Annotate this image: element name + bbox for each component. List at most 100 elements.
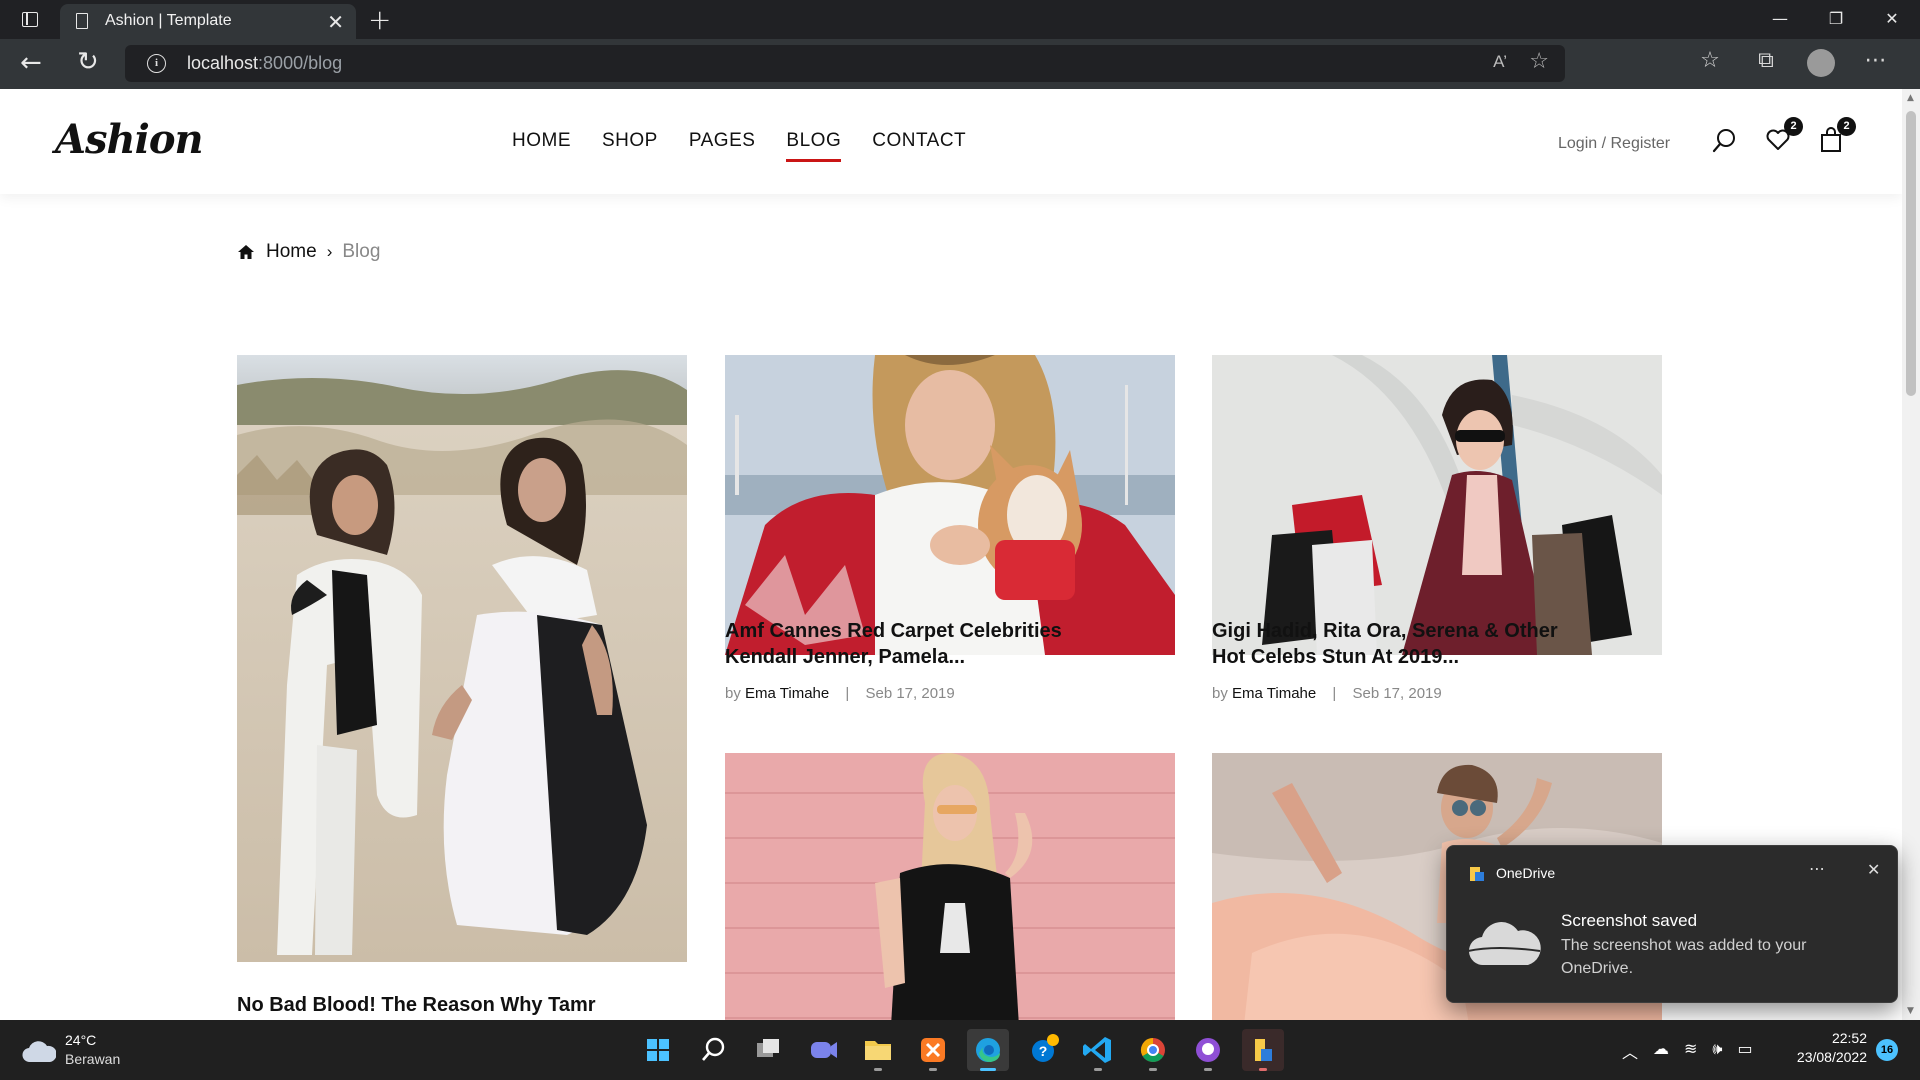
running-indicator [1259,1068,1267,1071]
post-image-3[interactable] [1212,355,1662,655]
breadcrumb: Home › Blog [237,241,380,263]
nav-shop[interactable]: SHOP [602,130,658,158]
post-meta-by: by [725,685,741,702]
page-scrollbar[interactable]: ▲ ▼ [1902,89,1920,1020]
post-title-2-line-1: Amf Cannes Red Carpet Celebrities [725,620,1062,642]
reload-icon[interactable]: ↻ [77,47,99,77]
post-author-2[interactable]: Ema Timahe [745,685,829,702]
system-tray: ︿ ☁ ≋ 🕪 ▭ [1622,1039,1753,1063]
svg-text:?: ? [1039,1043,1048,1059]
scroll-up-icon[interactable]: ▲ [1907,93,1914,103]
volume-icon[interactable]: 🕪 [1712,1039,1722,1063]
post-author-3[interactable]: Ema Timahe [1232,685,1316,702]
clock-time: 22:52 [1831,1030,1867,1046]
post-date-3: Seb 17, 2019 [1352,685,1442,702]
add-favorite-icon[interactable]: ☆ [1529,49,1549,74]
nav-blog[interactable]: BLOG [786,130,842,162]
running-indicator [929,1068,937,1071]
task-view-icon[interactable] [747,1029,789,1071]
notification-message: The screenshot was added to your OneDriv… [1561,937,1807,977]
teams-chat-icon[interactable] [802,1029,844,1071]
post-image-2[interactable] [725,355,1175,655]
notification-more-icon[interactable]: ⋯ [1809,859,1826,878]
nav-pages[interactable]: PAGES [689,130,756,158]
running-indicator [1094,1068,1102,1071]
back-icon[interactable]: ← [20,48,42,78]
running-indicator [1149,1068,1157,1071]
meta-separator: | [1332,685,1337,702]
post-title-2[interactable]: Amf Cannes Red Carpet Celebrities Kendal… [725,618,1062,670]
post-meta-2: by Ema Timahe | Seb 17, 2019 [725,685,955,702]
search-taskbar-icon[interactable] [692,1029,734,1071]
tab-actions-icon[interactable] [22,12,38,27]
scroll-down-icon[interactable]: ▼ [1907,1006,1914,1016]
chrome-icon[interactable] [1132,1029,1174,1071]
post-title-3-line-1: Gigi Hadid, Rita Ora, Serena & Other [1212,620,1558,642]
home-icon [238,245,254,259]
clock-date: 23/08/2022 [1796,1049,1867,1065]
post-meta-by: by [1212,685,1228,702]
xampp-icon[interactable] [912,1029,954,1071]
taskbar-apps: ? [637,1029,1284,1071]
post-title-1[interactable]: No Bad Blood! The Reason Why Tamr [237,992,596,1018]
notification-close-icon[interactable]: ✕ [1867,860,1880,879]
meta-separator: | [845,685,850,702]
chevron-right-icon: › [326,242,333,261]
new-tab-icon[interactable]: + [368,3,391,36]
start-button[interactable] [637,1029,679,1071]
breadcrumb-home[interactable]: Home [266,241,317,263]
file-explorer-icon[interactable] [857,1029,899,1071]
browser-tab-bar: Ashion | Template ✕ + — ❐ ✕ [0,0,1920,39]
github-desktop-icon[interactable] [1187,1029,1229,1071]
notification-count-badge[interactable]: 16 [1876,1039,1898,1061]
address-bar[interactable]: i localhost:8000/blog A’ ☆ [125,45,1565,82]
wifi-icon[interactable]: ≋ [1684,1039,1697,1063]
onedrive-app-icon [1470,867,1484,881]
more-menu-icon[interactable]: ⋯ [1861,48,1891,76]
wishlist-icon[interactable]: 2 [1765,117,1803,155]
show-hidden-icons-icon[interactable]: ︿ [1622,1039,1638,1063]
page-icon [76,13,88,29]
notification-title: Screenshot saved [1561,911,1698,930]
wishlist-count-badge: 2 [1784,117,1803,136]
minimize-button[interactable]: — [1752,0,1808,39]
collections-icon[interactable]: ⧉ [1751,48,1781,76]
post-meta-3: by Ema Timahe | Seb 17, 2019 [1212,685,1442,702]
url-text[interactable]: localhost:8000/blog [187,53,342,74]
restore-button[interactable]: ❐ [1808,0,1864,39]
onedrive-tray-icon[interactable]: ☁ [1653,1039,1669,1063]
post-image-1[interactable] [237,355,687,962]
site-info-icon[interactable]: i [147,54,166,73]
profile-avatar[interactable] [1807,49,1835,77]
login-register-link[interactable]: Login / Register [1558,135,1670,153]
system-clock[interactable]: 22:52 23/08/2022 [1787,1029,1867,1067]
vscode-icon[interactable] [1077,1029,1119,1071]
snipping-onedrive-icon[interactable] [1242,1029,1284,1071]
nav-home[interactable]: HOME [512,130,571,158]
close-window-button[interactable]: ✕ [1864,0,1920,39]
post-image-4[interactable] [725,753,1175,1020]
notification-app-name: OneDrive [1496,865,1556,881]
favorites-icon[interactable]: ☆ [1695,48,1725,76]
weather-temperature: 24°C [65,1032,97,1048]
scrollbar-thumb[interactable] [1906,111,1916,396]
browser-actions: ☆ ⧉ ⋯ [1695,48,1891,77]
running-indicator [1204,1068,1212,1071]
active-indicator [980,1068,996,1071]
browser-toolbar: ← ↻ i localhost:8000/blog A’ ☆ ☆ ⧉ ⋯ [0,39,1920,89]
battery-icon[interactable]: ▭ [1738,1039,1753,1063]
tips-icon[interactable]: ? [1022,1029,1064,1071]
cloud-icon [1467,922,1541,966]
post-title-3[interactable]: Gigi Hadid, Rita Ora, Serena & Other Hot… [1212,618,1558,670]
main-nav: HOME SHOP PAGES BLOG CONTACT [512,130,966,162]
browser-tab[interactable]: Ashion | Template ✕ [60,4,356,39]
site-logo[interactable]: Ashion [55,116,204,163]
edge-browser-icon[interactable] [967,1029,1009,1071]
onedrive-notification[interactable]: OneDrive ⋯ ✕ Screenshot saved The screen… [1446,845,1898,1003]
nav-contact[interactable]: CONTACT [872,130,966,158]
tab-title: Ashion | Template [105,12,232,29]
cart-icon[interactable]: 2 [1818,117,1856,155]
search-icon[interactable] [1712,127,1740,155]
read-aloud-icon[interactable]: A’ [1493,52,1507,72]
close-tab-icon[interactable]: ✕ [327,10,344,34]
